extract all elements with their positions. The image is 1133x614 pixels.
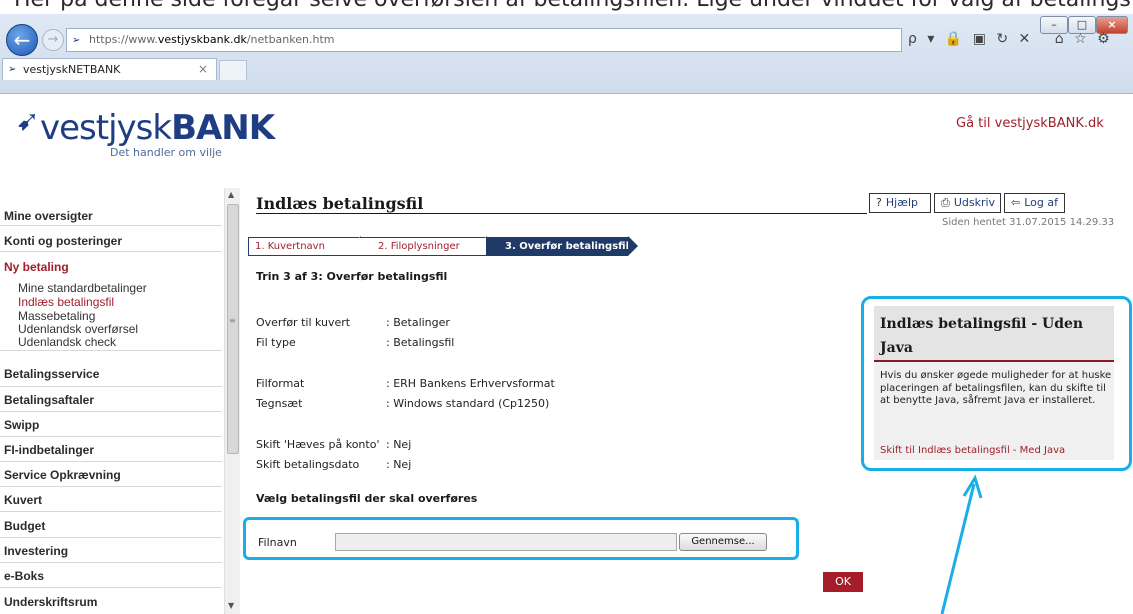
forward-button[interactable]: → — [42, 29, 64, 51]
logout-arrow-icon: ⇦ — [1011, 196, 1021, 209]
logo-tagline: Det handler om vilje — [110, 146, 222, 159]
sidebar-item-kuvert[interactable]: Kuvert — [0, 488, 222, 512]
sidebar-item-underskriftsrum[interactable]: Underskriftsrum — [0, 590, 222, 614]
help-body: Hvis du ønsker øgede muligheder for at h… — [880, 370, 1112, 406]
sidebar-subitem-udenlandsk-overfoersel[interactable]: Udenlandsk overførsel — [18, 322, 138, 336]
field-value: : Betalinger — [386, 316, 450, 329]
field-value: : Windows standard (Cp1250) — [386, 397, 550, 410]
browse-button[interactable]: Gennemse... — [679, 533, 767, 551]
field-label: Overfør til kuvert — [256, 316, 351, 329]
step-filoplysninger[interactable]: 2. Filoplysninger — [360, 237, 486, 256]
scrollbar-thumb[interactable] — [227, 204, 239, 454]
sidebar-subitem-indlaes-betalingsfil[interactable]: Indlæs betalingsfil — [18, 295, 114, 309]
scroll-down-icon[interactable]: ▼ — [228, 601, 234, 610]
caption-strip: Her på denne side foregår selve overførs… — [0, 0, 1133, 14]
help-panel: Indlæs betalingsfil - Uden Java Hvis du … — [874, 306, 1114, 460]
forward-arrow-icon: → — [47, 32, 59, 47]
step-overfoer-betalingsfil[interactable]: 3. Overfør betalingsfil — [486, 237, 629, 256]
step-chevron-active — [628, 236, 638, 256]
field-value: : Betalingsfil — [386, 336, 455, 349]
search-lock-refresh-icons[interactable]: ρ ▾ 🔒 ▣ ↻ ✕ — [908, 31, 1033, 47]
sidebar-item-swipp[interactable]: Swipp — [0, 413, 222, 437]
bird-logo-icon: ➹ — [16, 104, 40, 137]
sidebar-scrollbar[interactable]: ▲ ≡ ▼ — [224, 188, 240, 614]
back-arrow-icon: ← — [13, 28, 31, 52]
switch-to-java-link[interactable]: Skift til Indlæs betalingsfil - Med Java — [880, 445, 1065, 456]
logo-text-main: vestjysk — [40, 108, 172, 148]
field-label: Tegnsæt — [256, 397, 303, 410]
file-name-label: Filnavn — [258, 536, 297, 549]
help-header: Indlæs betalingsfil - Uden Java — [874, 306, 1114, 362]
field-value: : Nej — [386, 458, 412, 471]
annotation-arrow-icon — [940, 474, 983, 614]
choose-file-heading: Vælg betalingsfil der skal overføres — [256, 492, 478, 505]
bank-logo[interactable]: vestjyskBANK — [40, 108, 275, 148]
printer-icon: ⎙ — [941, 196, 950, 209]
address-bar[interactable]: ➢ https://www.vestjyskbank.dk/netbanken.… — [66, 28, 902, 52]
title-divider — [256, 213, 867, 214]
print-button[interactable]: ⎙ Udskriv — [934, 193, 1001, 213]
field-label: Skift 'Hæves på konto' — [256, 438, 380, 451]
caption-text: Her på denne side foregår selve overførs… — [14, 0, 1133, 12]
sidebar-item-konti[interactable]: Konti og posteringer — [0, 230, 222, 252]
url-prefix: https://www. — [89, 33, 158, 46]
logo-text-bank: BANK — [171, 108, 275, 148]
logout-button[interactable]: ⇦ Log af — [1004, 193, 1065, 213]
scroll-up-icon[interactable]: ▲ — [228, 190, 234, 199]
file-name-input[interactable] — [335, 533, 677, 551]
sidebar-item-service-opkraevning[interactable]: Service Opkrævning — [0, 463, 222, 487]
sidebar-item-fi-indbetalinger[interactable]: FI-indbetalinger — [0, 438, 222, 462]
help-button[interactable]: ? Hjælp — [869, 193, 931, 213]
sidebar-item-betalingsaftaler[interactable]: Betalingsaftaler — [0, 388, 222, 412]
page-title: Indlæs betalingsfil — [256, 194, 424, 213]
tab-title: vestjyskNETBANK — [23, 63, 121, 76]
field-label: Filformat — [256, 377, 305, 390]
step-subtitle: Trin 3 af 3: Overfør betalingsfil — [256, 270, 448, 283]
retrieved-timestamp: Siden hentet 31.07.2015 14.29.33 — [942, 217, 1115, 228]
help-label: Hjælp — [885, 196, 919, 209]
grip-icon: ≡ — [229, 316, 236, 325]
address-tools[interactable]: ρ ▾ 🔒 ▣ ↻ ✕ ⌂ ☆ ⚙ — [908, 31, 1110, 51]
print-label: Udskriv — [953, 196, 996, 209]
browser-tab[interactable]: ➢ vestjyskNETBANK × — [2, 58, 217, 80]
sidebar-item-ny-betaling[interactable]: Ny betaling — [0, 256, 222, 278]
new-tab-button[interactable] — [219, 60, 247, 80]
sidebar-item-budget[interactable]: Budget — [0, 514, 222, 538]
sidebar-subitem-standardbetalinger[interactable]: Mine standardbetalinger — [18, 281, 147, 295]
sidebar-item-investering[interactable]: Investering — [0, 539, 222, 563]
field-value: : Nej — [386, 438, 412, 451]
logout-label: Log af — [1024, 196, 1058, 209]
ok-button[interactable]: OK — [823, 572, 863, 592]
sidebar-item-e-boks[interactable]: e-Boks — [0, 564, 222, 588]
tab-close-icon[interactable]: × — [198, 62, 208, 76]
url-domain: vestjyskbank.dk — [157, 33, 247, 46]
sidebar-subitem-udenlandsk-check[interactable]: Udenlandsk check — [18, 335, 116, 349]
goto-bank-link[interactable]: Gå til vestjyskBANK.dk — [956, 116, 1104, 131]
divider — [0, 350, 222, 351]
sidebar-nav: Mine oversigter Konti og posteringer Ny … — [0, 200, 222, 614]
site-favicon-icon: ➢ — [72, 35, 81, 46]
field-label: Fil type — [256, 336, 296, 349]
field-label: Skift betalingsdato — [256, 458, 360, 471]
url-text: https://www.vestjyskbank.dk/netbanken.ht… — [89, 33, 334, 46]
sidebar-item-betalingsservice[interactable]: Betalingsservice — [0, 363, 222, 387]
tab-favicon-icon: ➢ — [8, 64, 17, 75]
step-kuvertnavn[interactable]: 1. Kuvertnavn — [248, 237, 360, 256]
url-path: /netbanken.htm — [246, 33, 335, 46]
field-value: : ERH Bankens Erhvervsformat — [386, 377, 555, 390]
sidebar-item-mine-oversigter[interactable]: Mine oversigter — [0, 206, 222, 226]
browser-chrome: – □ × — [0, 14, 1133, 94]
help-title: Indlæs betalingsfil - Uden Java — [880, 316, 1084, 356]
home-favorites-gear-icons[interactable]: ⌂ ☆ ⚙ — [1055, 31, 1113, 47]
sidebar-subitem-massebetaling[interactable]: Massebetaling — [18, 309, 95, 323]
question-icon: ? — [876, 196, 882, 209]
back-button[interactable]: ← — [6, 24, 38, 56]
